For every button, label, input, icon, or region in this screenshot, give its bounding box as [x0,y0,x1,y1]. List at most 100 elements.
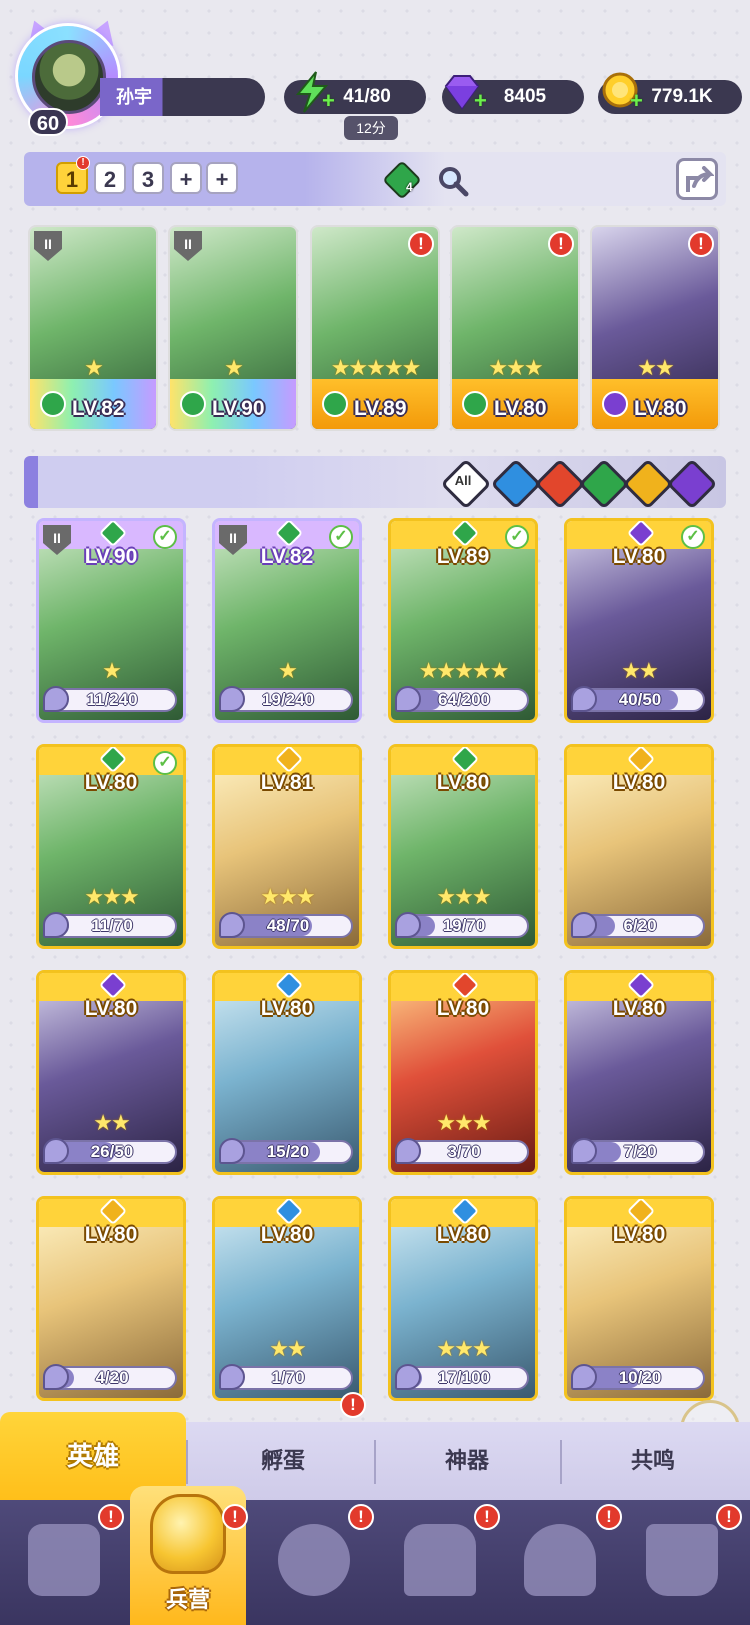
gold-add-icon[interactable]: + [630,90,648,112]
fragment-progress-bar: 40/50 [571,686,705,712]
hero-level: LV.80 [260,1223,314,1246]
hero-level: LV.80 [436,997,490,1020]
upgrade-alert-icon: ! [688,231,714,257]
hero-level: LV.81 [260,771,314,794]
share-button[interactable] [676,158,718,200]
wind-element-icon [40,391,66,417]
wind-element-icon [322,391,348,417]
hero-card[interactable]: LV.90 ✓ II ★ 11/240 [36,518,186,723]
team-tab-add-1[interactable]: + [170,162,202,194]
fragment-progress-bar: 19/240 [219,686,353,712]
shield-icon [646,1524,718,1596]
star-rating: ★★★★★ [418,658,510,683]
hero-level: LV.80 [84,997,138,1020]
nav-castle[interactable] [390,1510,490,1610]
fragment-progress-bar: 26/50 [43,1138,177,1164]
star-rating: ★ [102,658,122,683]
hero-card[interactable]: LV.80 ★★★ 3/70 [388,970,538,1175]
cards-icon [28,1524,100,1596]
team-hero-card[interactable]: LV.82 ★ II [28,225,158,431]
hero-card[interactable]: LV.80 ★★ 1/70 [212,1196,362,1401]
fragment-icon [571,1138,597,1164]
nav-shop[interactable] [632,1510,732,1610]
hero-card[interactable]: LV.80 10/20 [564,1196,714,1401]
hero-card[interactable]: LV.80 ✓ ★★★ 11/70 [36,744,186,949]
hero-card[interactable]: LV.89 ✓ ★★★★★ 64/200 [388,518,538,723]
team-hero-card[interactable]: LV.89 ★★★★★! [310,225,440,431]
nav-map[interactable] [264,1510,364,1610]
tab-artifacts[interactable]: 神器 [374,1422,560,1500]
hero-level: LV.80 [436,1223,490,1246]
fragment-progress-bar: 11/240 [43,686,177,712]
dark-element-icon [602,391,628,417]
fragment-icon [43,1138,69,1164]
nav-guild-alert-icon: ! [596,1504,622,1530]
in-team-check-icon: ✓ [505,525,529,549]
hero-card[interactable]: LV.80 ★★★ 17/100 [388,1196,538,1401]
hero-level: LV.80 [612,771,666,794]
tab-hatch-alert-icon: ! [340,1392,366,1418]
hero-level: LV.82 [72,397,125,420]
fragment-progress-bar: 19/70 [395,912,529,938]
hero-level: LV.80 [84,1223,138,1246]
hero-level: LV.80 [612,997,666,1020]
gem-add-icon[interactable]: + [474,90,492,112]
tab-resonance[interactable]: 共鸣 [560,1422,746,1500]
team-hero-card[interactable]: LV.80 ★★! [590,225,720,431]
fragment-progress-bar: 3/70 [395,1138,529,1164]
fragment-icon [395,1364,421,1390]
team-hero-card[interactable]: LV.90 ★ II [168,225,298,431]
team-tab-3[interactable]: 3 [132,162,164,194]
team-hero-card[interactable]: LV.80 ★★★! [450,225,580,431]
fragment-progress-bar: 1/70 [219,1364,353,1390]
hero-card[interactable]: LV.81 ★★★ 48/70 [212,744,362,949]
fragment-icon [219,1364,245,1390]
top-bar: 60 孙宇 41/80 + 12分 8405 + 779.1K + [0,0,750,140]
star-rating: ★★★ [436,1336,491,1361]
search-icon[interactable] [436,164,470,203]
fragment-progress-bar: 48/70 [219,912,353,938]
hero-card[interactable]: LV.80 4/20 [36,1196,186,1401]
fragment-icon [395,1138,421,1164]
fragment-progress-bar: 17/100 [395,1364,529,1390]
hero-level: LV.89 [354,397,407,420]
hero-card[interactable]: LV.80 ✓ ★★ 40/50 [564,518,714,723]
fragment-icon [43,912,69,938]
nav-guild[interactable] [510,1510,610,1610]
star-rating: ★★ [637,355,674,380]
nav-barracks-label: 兵营 [165,1587,210,1612]
gem-value: 8405 [503,86,547,107]
in-team-check-icon: ✓ [153,525,177,549]
nav-map-alert-icon: ! [348,1504,374,1530]
hero-card[interactable]: LV.80 ★★ 26/50 [36,970,186,1175]
share-icon [686,166,714,192]
gold-value: 779.1K [651,86,713,107]
star-rating: ★★★ [488,355,543,380]
fragment-icon [571,686,597,712]
team-tab-add-2[interactable]: + [206,162,238,194]
team-tab-2[interactable]: 2 [94,162,126,194]
hero-card[interactable]: LV.80 15/20 [212,970,362,1175]
avatar-portrait [32,40,106,114]
map-icon [278,1524,350,1596]
nav-cards[interactable] [14,1510,114,1610]
fragment-icon [219,912,245,938]
energy-add-icon[interactable]: + [322,90,340,112]
fragment-icon [219,1138,245,1164]
hero-card[interactable]: LV.80 6/20 [564,744,714,949]
in-team-check-icon: ✓ [681,525,705,549]
nav-shop-alert-icon: ! [716,1504,742,1530]
star-rating: ★ [224,355,244,380]
hero-card[interactable]: LV.80 7/20 [564,970,714,1175]
player-name[interactable]: 孙宇 [100,78,265,116]
fragment-icon [43,686,69,712]
fragment-progress-bar: 4/20 [43,1364,177,1390]
hero-card[interactable]: LV.80 ★★★ 19/70 [388,744,538,949]
hero-card[interactable]: LV.82 ✓ II ★ 19/240 [212,518,362,723]
nav-cards-alert-icon: ! [98,1504,124,1530]
star-rating: ★★★ [436,884,491,909]
hero-level: LV.90 [212,397,265,420]
upgrade-alert-icon: ! [408,231,434,257]
team-bar [24,152,726,206]
hero-level: LV.80 [634,397,687,420]
